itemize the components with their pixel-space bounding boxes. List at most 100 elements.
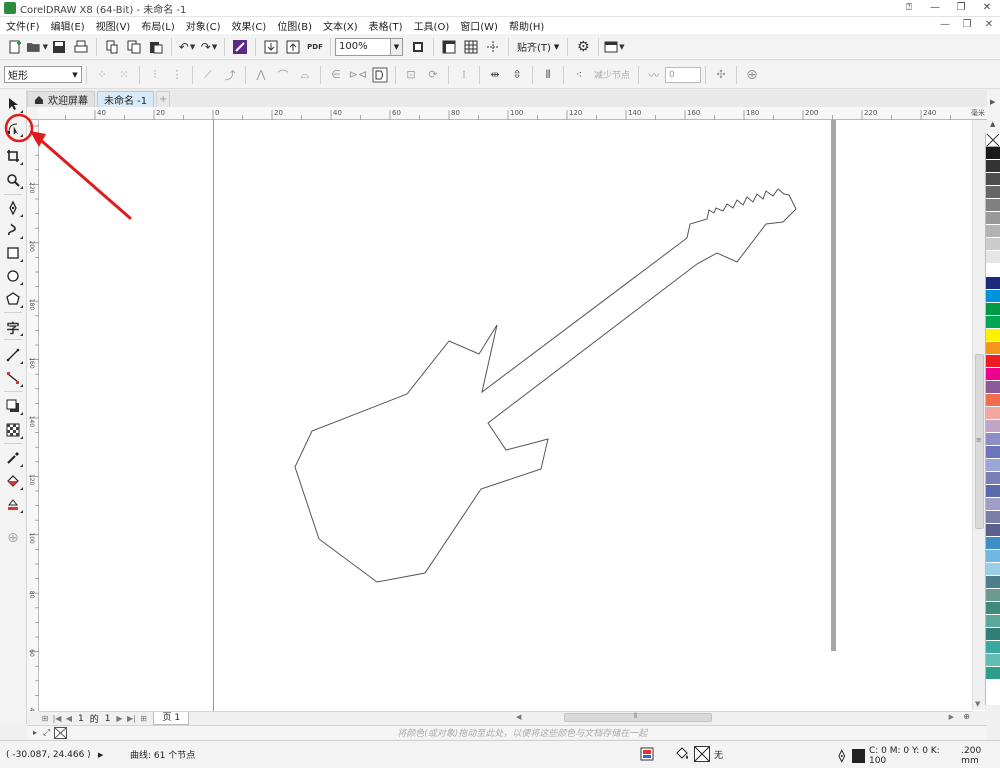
menu-text[interactable]: 文本(X)	[323, 18, 358, 33]
snap-to-menu[interactable]: 贴齐(T) ▼	[513, 39, 563, 55]
parallel-dimension-tool-icon[interactable]	[2, 345, 24, 365]
previous-page-icon[interactable]: ◀	[63, 714, 75, 723]
save-icon[interactable]	[48, 37, 70, 57]
guitar-outline-curve[interactable]	[294, 188, 797, 583]
add-document-icon[interactable]: +	[156, 91, 171, 107]
close-button[interactable]: ✕	[974, 0, 1000, 16]
export-icon[interactable]	[282, 37, 304, 57]
help-icon[interactable]: ⍰	[896, 0, 922, 16]
vertical-ruler[interactable]: 22020018016014012010080604020	[27, 120, 39, 711]
connector-tool-icon[interactable]	[2, 368, 24, 388]
palette-swatch[interactable]	[986, 277, 1000, 290]
menu-view[interactable]: 视图(V)	[96, 18, 131, 33]
copy-icon[interactable]	[123, 37, 145, 57]
new-document-icon[interactable]	[4, 37, 26, 57]
scroll-left-icon[interactable]: ◀	[516, 713, 521, 721]
palette-swatch[interactable]	[986, 186, 1000, 199]
interactive-fill-tool-icon[interactable]	[2, 471, 24, 491]
mirror-horizontal-icon[interactable]: ⇹	[484, 65, 506, 85]
menu-help[interactable]: 帮助(H)	[509, 18, 544, 33]
text-tool-icon[interactable]: 字	[2, 317, 24, 337]
import-icon[interactable]	[260, 37, 282, 57]
palette-swatch[interactable]	[986, 251, 1000, 264]
palette-swatch[interactable]	[986, 368, 1000, 381]
no-color-swatch[interactable]	[54, 726, 68, 739]
palette-swatch[interactable]	[986, 485, 1000, 498]
palette-swatch[interactable]	[986, 394, 1000, 407]
palette-swatch[interactable]	[986, 407, 1000, 420]
menu-effects[interactable]: 效果(C)	[232, 18, 267, 33]
palette-swatch[interactable]	[986, 329, 1000, 342]
palette-swatch[interactable]	[986, 212, 1000, 225]
palette-scroll-up-icon[interactable]: ▲	[990, 120, 995, 128]
show-guidelines-icon[interactable]	[482, 37, 504, 57]
play-icon[interactable]: ▶	[98, 751, 108, 759]
menu-edit[interactable]: 编辑(E)	[51, 18, 85, 33]
paste-icon[interactable]	[145, 37, 167, 57]
palette-swatch[interactable]	[986, 459, 1000, 472]
full-screen-icon[interactable]	[407, 37, 429, 57]
drop-shadow-tool-icon[interactable]	[2, 396, 24, 416]
pick-tool-icon[interactable]	[2, 94, 24, 114]
align-nodes-icon[interactable]: ⁞	[453, 65, 475, 85]
redo-icon[interactable]: ↷ ▼	[198, 37, 220, 57]
quick-customize-icon[interactable]: ⊕	[2, 528, 24, 548]
palette-swatch[interactable]	[986, 511, 1000, 524]
convert-to-curve-icon[interactable]: ⤴	[219, 65, 241, 85]
menu-table[interactable]: 表格(T)	[369, 18, 403, 33]
search-content-icon[interactable]	[229, 37, 251, 57]
palette-swatch[interactable]	[986, 641, 1000, 654]
docker-expand-icon[interactable]: ▶	[990, 98, 995, 106]
last-page-icon[interactable]: ▶|	[125, 714, 137, 723]
fill-none-swatch[interactable]	[694, 746, 710, 762]
palette-swatch[interactable]	[986, 238, 1000, 251]
artistic-media-tool-icon[interactable]	[2, 220, 24, 240]
document-color-settings-icon[interactable]	[640, 747, 654, 761]
palette-swatch[interactable]	[986, 264, 1000, 277]
palette-swatch[interactable]	[986, 355, 1000, 368]
open-icon[interactable]: ▼	[26, 37, 48, 57]
horizontal-scrollbar-thumb[interactable]	[564, 713, 712, 722]
menu-bitmaps[interactable]: 位图(B)	[277, 18, 312, 33]
outline-color-swatch[interactable]	[851, 749, 865, 763]
application-launcher-icon[interactable]: ▼	[603, 37, 625, 57]
publish-pdf-icon[interactable]: PDF	[304, 37, 326, 57]
doc-restore-button[interactable]: ❐	[956, 17, 978, 33]
chevron-down-icon[interactable]: ▼	[390, 38, 402, 55]
drawing-canvas[interactable]	[39, 120, 985, 711]
print-icon[interactable]	[70, 37, 92, 57]
options-gear-icon[interactable]: ⚙	[572, 37, 594, 57]
symmetrical-node-icon[interactable]: ⌓	[294, 65, 316, 85]
tab-document[interactable]: 未命名 -1	[97, 91, 155, 107]
add-property-icon[interactable]: ⊕	[741, 65, 763, 85]
palette-swatch[interactable]	[986, 173, 1000, 186]
reduce-nodes-button[interactable]: 减少节点	[594, 68, 630, 81]
horizontal-ruler[interactable]: 40 20 0 20 40 60 80 100 120 140 160 180 200 220 240 毫米	[38, 107, 987, 120]
vertical-scrollbar[interactable]: ≡ ▼	[972, 120, 985, 710]
restore-button[interactable]: ❐	[948, 0, 974, 16]
palette-swatch[interactable]	[986, 589, 1000, 602]
palette-swatch[interactable]	[986, 537, 1000, 550]
palette-swatch[interactable]	[986, 316, 1000, 329]
break-curve-icon[interactable]: ⋮	[166, 65, 188, 85]
outline-pen-icon[interactable]	[836, 749, 848, 763]
palette-swatch[interactable]	[986, 615, 1000, 628]
horizontal-scrollbar[interactable]: ◀ ⦀ ▶ ⊕	[516, 712, 972, 724]
bounding-box-icon[interactable]: ✣	[710, 65, 732, 85]
palette-swatch[interactable]	[986, 420, 1000, 433]
selection-mode-select[interactable]: 矩形 ▼	[4, 66, 82, 83]
freehand-tool-icon[interactable]	[2, 198, 24, 218]
rotate-nodes-icon[interactable]: ⟳	[422, 65, 444, 85]
palette-swatch[interactable]	[986, 160, 1000, 173]
palette-swatch[interactable]	[986, 628, 1000, 641]
palette-menu-icon[interactable]: ▸	[33, 728, 37, 737]
smart-fill-tool-icon[interactable]	[2, 494, 24, 514]
reverse-direction-icon[interactable]: ∈	[325, 65, 347, 85]
palette-swatch[interactable]	[986, 524, 1000, 537]
palette-swatch[interactable]	[986, 472, 1000, 485]
delete-node-icon[interactable]: ⁙	[113, 65, 135, 85]
doc-close-button[interactable]: ✕	[978, 17, 1000, 33]
fill-bucket-icon[interactable]	[674, 747, 690, 761]
shape-tool-icon[interactable]	[2, 118, 24, 138]
next-page-icon[interactable]: ▶	[113, 714, 125, 723]
